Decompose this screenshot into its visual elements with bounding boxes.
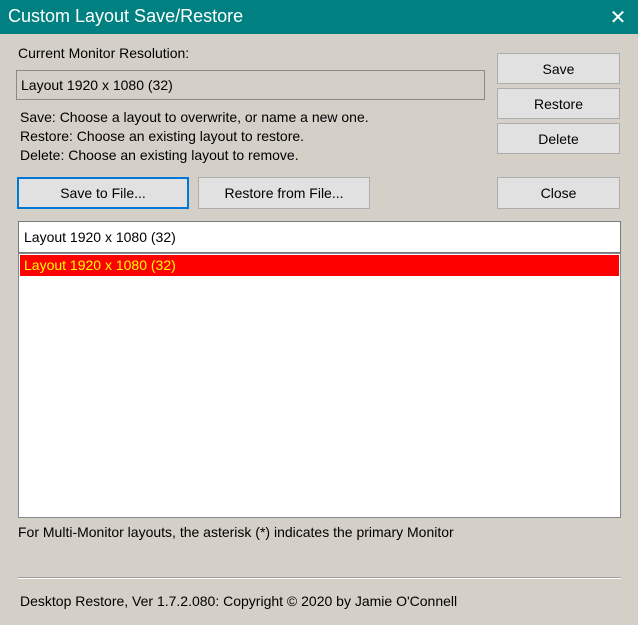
restore-button[interactable]: Restore bbox=[497, 88, 620, 119]
instruction-delete: Delete: Choose an existing layout to rem… bbox=[20, 147, 299, 163]
title-bar[interactable]: Custom Layout Save/Restore ✕ bbox=[0, 0, 638, 34]
close-icon[interactable]: ✕ bbox=[598, 0, 638, 34]
delete-button[interactable]: Delete bbox=[497, 123, 620, 154]
dialog-window: Custom Layout Save/Restore ✕ Current Mon… bbox=[0, 0, 638, 625]
layout-listbox[interactable]: Layout 1920 x 1080 (32) bbox=[18, 253, 621, 518]
save-button[interactable]: Save bbox=[497, 53, 620, 84]
multi-monitor-note: For Multi-Monitor layouts, the asterisk … bbox=[18, 524, 454, 540]
instruction-restore: Restore: Choose an existing layout to re… bbox=[20, 128, 305, 144]
list-item-selected[interactable]: Layout 1920 x 1080 (32) bbox=[20, 255, 619, 276]
footer-copyright: Desktop Restore, Ver 1.7.2.080: Copyrigh… bbox=[20, 593, 458, 609]
window-title: Custom Layout Save/Restore bbox=[8, 6, 244, 26]
save-to-file-button[interactable]: Save to File... bbox=[17, 177, 189, 209]
restore-from-file-button[interactable]: Restore from File... bbox=[198, 177, 370, 209]
instruction-save: Save: Choose a layout to overwrite, or n… bbox=[20, 109, 369, 125]
resolution-value: Layout 1920 x 1080 (32) bbox=[16, 70, 485, 100]
footer-divider bbox=[18, 577, 621, 579]
close-button[interactable]: Close bbox=[497, 177, 620, 209]
layout-name-input[interactable]: Layout 1920 x 1080 (32) bbox=[18, 221, 621, 253]
resolution-label: Current Monitor Resolution: bbox=[18, 45, 190, 61]
